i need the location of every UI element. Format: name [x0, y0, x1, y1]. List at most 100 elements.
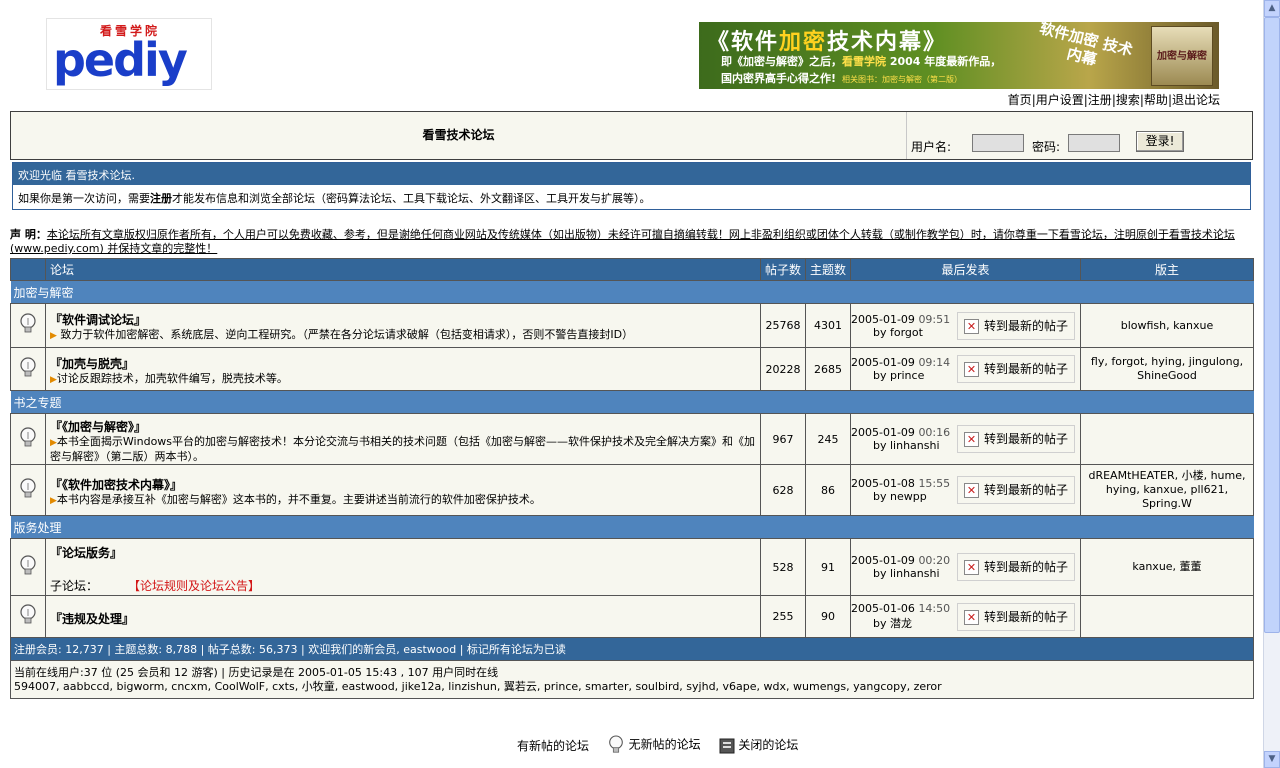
- post-count: 967: [760, 413, 806, 465]
- goto-latest-button[interactable]: ✕ 转到最新的帖子: [957, 425, 1075, 453]
- forum-row: 『软件调试论坛』 ▶ 致力于软件加密解密、系统底层、逆向工程研究。（严禁在各分论…: [10, 303, 1254, 348]
- forum-description: ▶本书全面揭示Windows平台的加密与解密技术！本分论交流与书相关的技术问题（…: [50, 434, 756, 463]
- topic-total: 主题总数: 8,788: [114, 643, 198, 656]
- category-title[interactable]: 版务处理: [10, 515, 1254, 539]
- password-label: 密码:: [1032, 140, 1061, 154]
- category-row[interactable]: 加密与解密: [10, 280, 1254, 304]
- online-row: 当前在线用户:37 位 (25 会员和 12 游客) | 历史记录是在 2005…: [10, 660, 1254, 699]
- category-title[interactable]: 书之专题: [10, 390, 1254, 414]
- login-form: 用户名: 密码: 登录!: [906, 112, 1253, 159]
- banner-title: 《软件加密技术内幕》: [707, 30, 948, 55]
- online-summary: 当前在线用户:37 位 (25 会员和 12 游客) | 历史记录是在 2005…: [14, 665, 499, 679]
- stats-row: 注册会员: 12,737 | 主题总数: 8,788 | 帖子总数: 56,37…: [10, 637, 1254, 661]
- mark-all-read-link[interactable]: 标记所有论坛为已读: [467, 643, 566, 656]
- no-new-posts-icon: [20, 313, 36, 333]
- category-title[interactable]: 加密与解密: [10, 280, 1254, 304]
- goto-latest-button[interactable]: ✕ 转到最新的帖子: [957, 553, 1075, 581]
- goto-latest-button[interactable]: ✕ 转到最新的帖子: [957, 355, 1075, 383]
- forum-description: ▶本书内容是承接互补《加密与解密》这本书的，并不重复。主要讲述当前流行的软件加密…: [50, 492, 541, 506]
- forum-description: ▶讨论反跟踪技术，加壳软件编写，脱壳技术等。: [50, 371, 288, 385]
- top-nav-links: 首页|用户设置|注册|搜索|帮助|退出论坛: [1007, 93, 1220, 107]
- welcome-box: 欢迎光临 看雪技术论坛. 如果你是第一次访问，需要注册才能发布信息和浏览全部论坛…: [12, 162, 1251, 210]
- logo-wordmark: pediy: [53, 33, 188, 87]
- no-new-posts-icon: [20, 477, 36, 497]
- forum-name[interactable]: 『《软件加密技术内幕》』: [46, 473, 760, 493]
- bullet-arrow-icon: ▶: [50, 437, 57, 448]
- password-input[interactable]: [1068, 134, 1120, 152]
- subforum-line: 子论坛： 【论坛规则及论坛公告】: [50, 578, 261, 593]
- username-label: 用户名:: [911, 140, 952, 154]
- table-header-row: 论坛 帖子数 主题数 最后发表 版主: [10, 258, 1254, 281]
- broken-image-icon: ✕: [964, 362, 979, 377]
- login-button[interactable]: 登录!: [1136, 131, 1184, 152]
- moderators[interactable]: blowfish, kanxue: [1080, 303, 1254, 348]
- forum-row: 『违规及处理』 255 90 2005-01-06 14:50 by 潜龙 ✕ 转…: [10, 595, 1254, 638]
- subforum-link[interactable]: 【论坛规则及论坛公告】: [134, 579, 260, 593]
- banner-slogan: 软件加密 技术内幕: [1037, 22, 1135, 70]
- nav-logout-link[interactable]: 退出论坛: [1172, 93, 1220, 107]
- topic-count: 2685: [805, 347, 851, 391]
- post-count: 20228: [760, 347, 806, 391]
- scroll-down-arrow-icon[interactable]: ▼: [1264, 751, 1280, 768]
- icon-legend: 有新帖的论坛 无新帖的论坛 关闭的论坛: [517, 734, 837, 754]
- topic-count: 90: [805, 595, 851, 638]
- nav-search-link[interactable]: 搜索: [1116, 93, 1140, 107]
- no-new-posts-icon: [20, 356, 36, 376]
- forum-name[interactable]: 『加壳与脱壳』: [46, 352, 760, 372]
- nav-user-settings-link[interactable]: 用户设置: [1036, 93, 1084, 107]
- notice-label: 声 明：: [10, 228, 47, 241]
- site-logo[interactable]: 看雪学院 pediy: [46, 18, 212, 90]
- forum-name[interactable]: 『论坛版务』: [46, 541, 760, 561]
- forum-row: 『加壳与脱壳』 ▶讨论反跟踪技术，加壳软件编写，脱壳技术等。 20228 268…: [10, 347, 1254, 391]
- last-post: 2005-01-09 09:14 by prince ✕ 转到最新的帖子: [850, 347, 1081, 391]
- banner-book-cover: 加密与解密: [1151, 26, 1213, 86]
- last-post: 2005-01-09 00:20 by linhanshi ✕ 转到最新的帖子: [850, 538, 1081, 596]
- scroll-up-arrow-icon[interactable]: ▲: [1264, 0, 1280, 17]
- forum-table: 论坛 帖子数 主题数 最后发表 版主 加密与解密 『软件调试论坛』 ▶ 致力于软…: [10, 258, 1254, 699]
- forum-row: 『论坛版务』 子论坛： 【论坛规则及论坛公告】 528 91 2005-01-09…: [10, 538, 1254, 596]
- category-row[interactable]: 书之专题: [10, 390, 1254, 414]
- forum-title-box: 看雪技术论坛 用户名: 密码: 登录!: [10, 111, 1253, 160]
- nav-home-link[interactable]: 首页: [1008, 93, 1032, 107]
- category-row[interactable]: 版务处理: [10, 515, 1254, 539]
- col-topics: 主题数: [805, 258, 851, 281]
- goto-latest-button[interactable]: ✕ 转到最新的帖子: [957, 602, 1075, 631]
- username-input[interactable]: [972, 134, 1024, 152]
- moderators[interactable]: dREAMtHEATER, 小楼, hume, hying, kanxue, p…: [1080, 464, 1254, 516]
- no-new-posts-icon: [609, 735, 623, 753]
- post-count: 628: [760, 464, 806, 516]
- register-link[interactable]: 注册: [150, 192, 172, 205]
- forum-name[interactable]: 『违规及处理』: [46, 607, 760, 627]
- broken-image-icon: ✕: [964, 483, 979, 498]
- post-count: 25768: [760, 303, 806, 348]
- post-count: 255: [760, 595, 806, 638]
- no-new-posts-icon: [20, 554, 36, 574]
- last-post: 2005-01-08 15:55 by newpp ✕ 转到最新的帖子: [850, 464, 1081, 516]
- nav-help-link[interactable]: 帮助: [1144, 93, 1168, 107]
- ad-banner[interactable]: 《软件加密技术内幕》 即《加密与解密》之后，看雪学院 2004 年度最新作品， …: [699, 22, 1219, 89]
- vertical-scrollbar[interactable]: ▲ ▼: [1263, 0, 1280, 768]
- bullet-arrow-icon: ▶: [50, 331, 57, 341]
- forum-name[interactable]: 『《加密与解密》』: [46, 415, 760, 435]
- last-post: 2005-01-09 09:51 by forgot ✕ 转到最新的帖子: [850, 303, 1081, 348]
- forum-name[interactable]: 『软件调试论坛』: [46, 308, 760, 328]
- moderators[interactable]: kanxue, 董董: [1080, 538, 1254, 596]
- moderators[interactable]: [1080, 413, 1254, 465]
- newest-member[interactable]: 欢迎我们的新会员, eastwood: [308, 643, 456, 656]
- scrollbar-thumb[interactable]: [1264, 17, 1280, 633]
- broken-image-icon: ✕: [964, 432, 979, 447]
- online-users-list[interactable]: 594007, aabbccd, bigworm, cncxm, CoolWol…: [14, 680, 1250, 694]
- goto-latest-button[interactable]: ✕ 转到最新的帖子: [957, 476, 1075, 504]
- banner-tagline: 国内密界高手心得之作! 相关图书：加密与解密（第二版）: [721, 72, 963, 85]
- last-post: 2005-01-09 00:16 by linhanshi ✕ 转到最新的帖子: [850, 413, 1081, 465]
- no-new-posts-icon: [20, 426, 36, 446]
- banner-subtitle: 即《加密与解密》之后，看雪学院 2004 年度最新作品，: [721, 55, 1002, 68]
- nav-register-link[interactable]: 注册: [1088, 93, 1112, 107]
- legend-new: 有新帖的论坛: [517, 738, 590, 753]
- moderators[interactable]: [1080, 595, 1254, 638]
- closed-forum-icon: [719, 738, 735, 754]
- col-forum: 论坛: [45, 258, 761, 281]
- moderators[interactable]: fly, forgot, hying, jingulong, ShineGood: [1080, 347, 1254, 391]
- legend-closed: 关闭的论坛: [738, 738, 799, 753]
- goto-latest-button[interactable]: ✕ 转到最新的帖子: [957, 311, 1075, 340]
